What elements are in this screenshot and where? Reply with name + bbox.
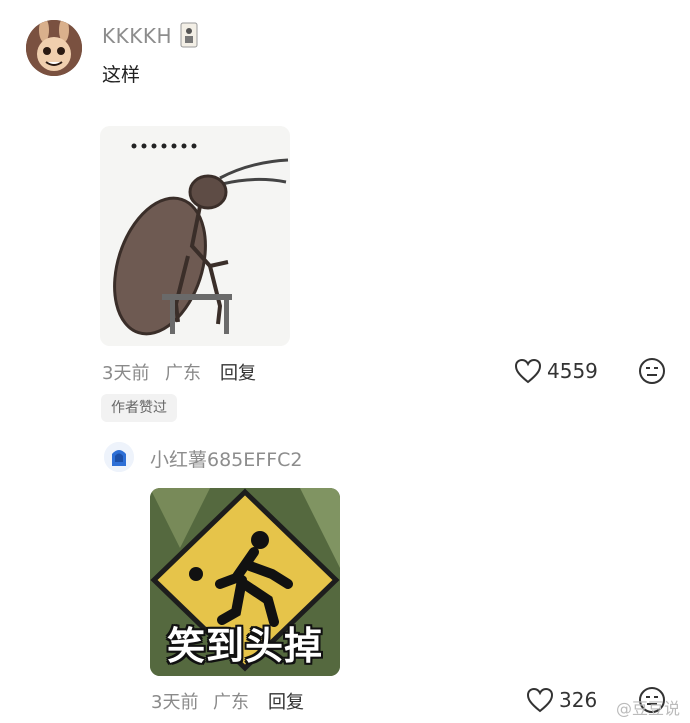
image-caption: 笑到头掉 [166, 624, 323, 668]
user-avatar[interactable] [104, 442, 134, 472]
user-avatar[interactable] [26, 20, 82, 76]
comment-location: 广东 [165, 363, 201, 384]
comment-location: 广东 [213, 692, 249, 713]
hoodie-avatar-icon [104, 442, 134, 472]
watermark: @豆豆说 [615, 699, 680, 718]
thinking-cockroach-sticker-icon [100, 126, 290, 346]
heart-icon[interactable] [526, 687, 554, 713]
reply-button[interactable]: 回复 [220, 359, 256, 385]
heart-icon[interactable] [514, 358, 542, 384]
user-level-badge-icon [180, 22, 198, 48]
emoji-reaction-icon[interactable] [638, 357, 666, 385]
comment-time: 3天前 [151, 692, 199, 713]
comment-time: 3天前 [102, 363, 150, 384]
like-count: 4559 [547, 359, 598, 383]
comment-image-cockroach[interactable] [100, 126, 290, 346]
labubu-avatar-icon [26, 20, 82, 76]
reply-button[interactable]: 回复 [268, 688, 304, 714]
author-liked-badge: 作者赞过 [101, 394, 177, 422]
comment-username[interactable]: 小红薯685EFFC2 [150, 445, 302, 472]
comment-username[interactable]: KKKKH [102, 24, 172, 48]
comment-text: 这样 [102, 64, 141, 86]
like-count: 326 [559, 688, 598, 712]
comment-image-laugh-sign[interactable]: 笑到头掉 [150, 488, 340, 676]
